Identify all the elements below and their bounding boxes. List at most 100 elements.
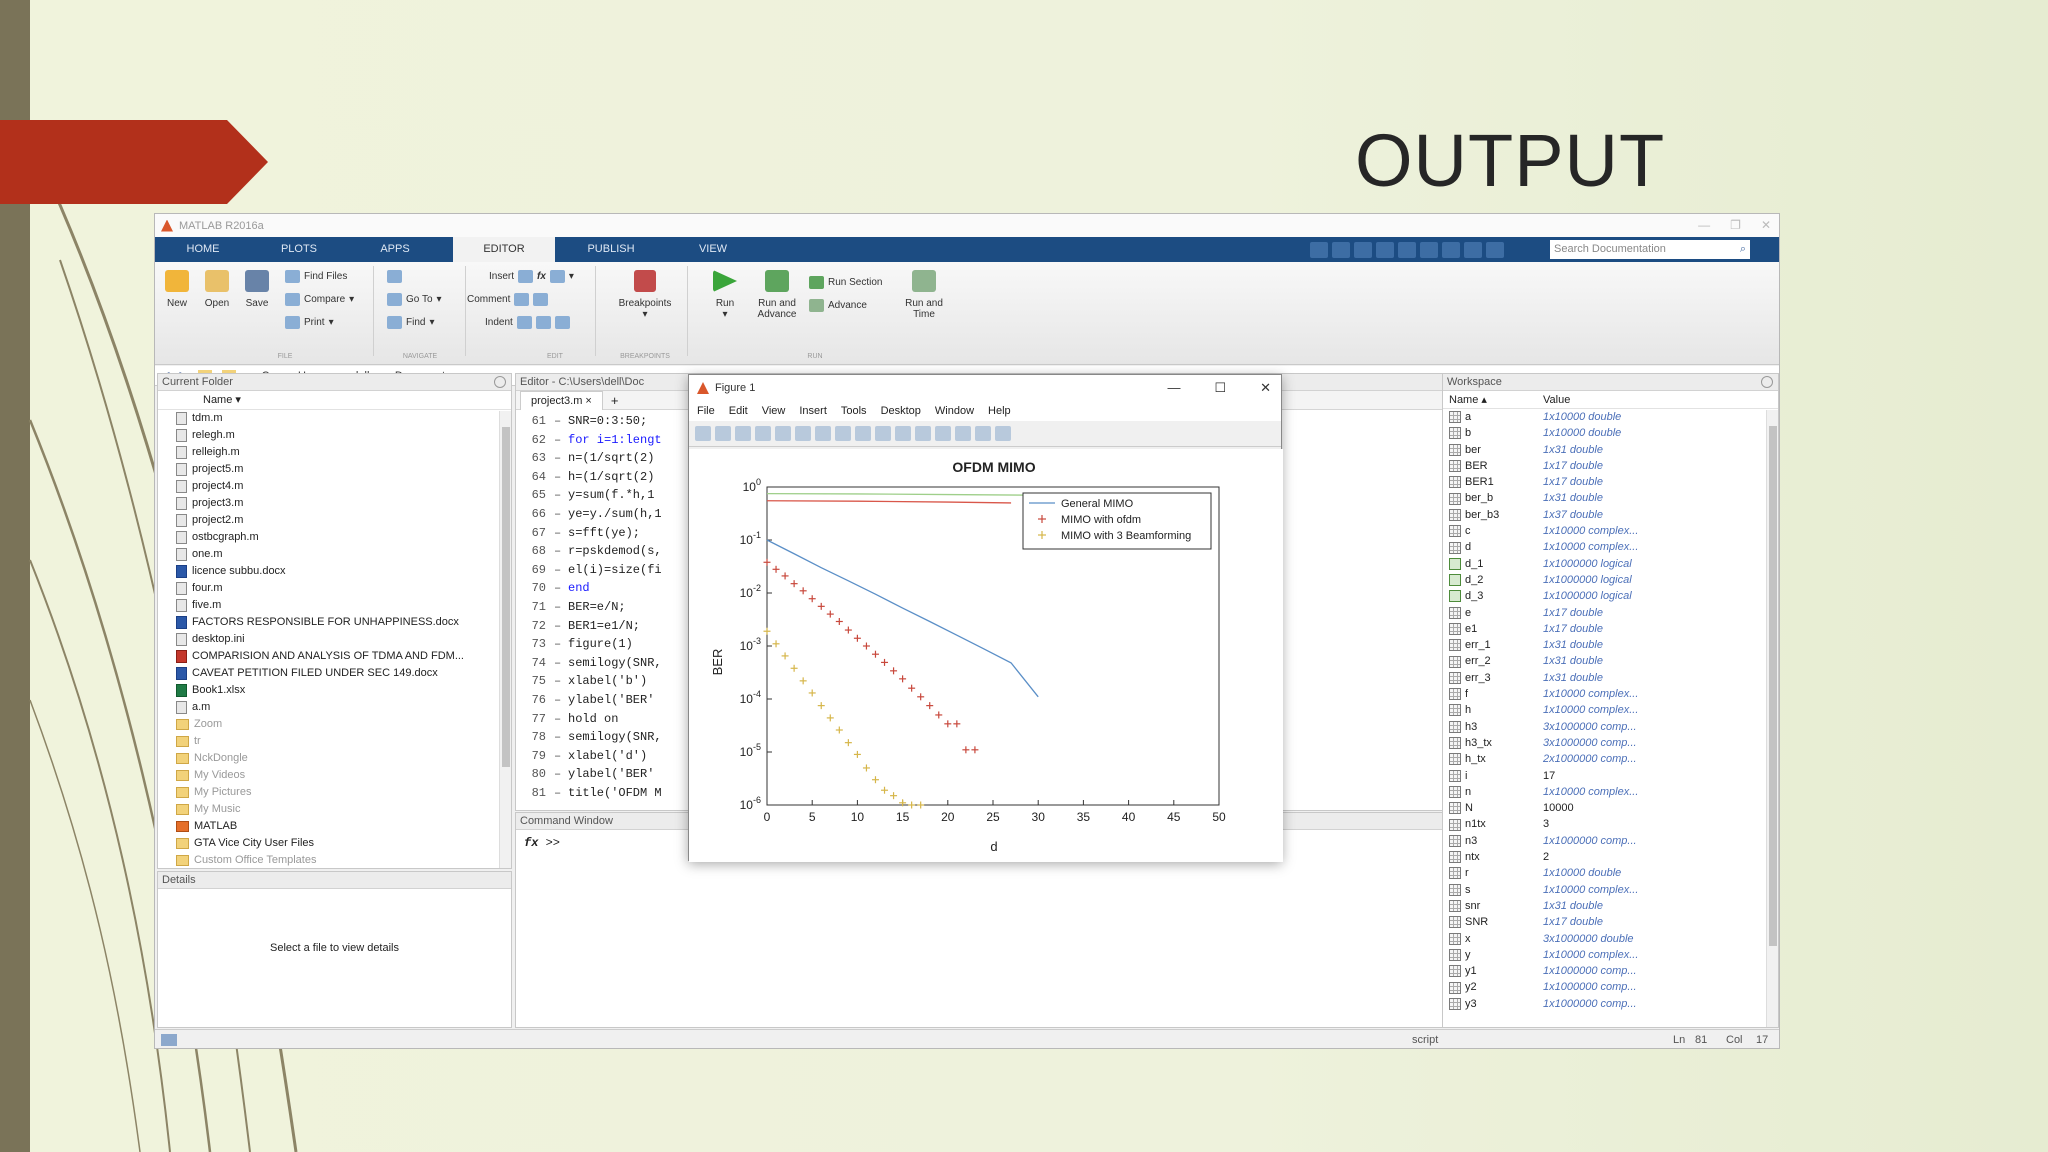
file-row[interactable]: Custom Office Templates: [158, 852, 511, 869]
link-plot-icon[interactable]: [915, 426, 931, 441]
menu-view[interactable]: View: [762, 405, 786, 417]
file-row[interactable]: project5.m: [158, 461, 511, 478]
run-and-advance-button[interactable]: Run and Advance: [751, 270, 803, 320]
file-row[interactable]: My Music: [158, 801, 511, 818]
file-row[interactable]: a.m: [158, 699, 511, 716]
close-button[interactable]: ✕: [1761, 214, 1771, 237]
variable-row[interactable]: c 1x10000 complex...: [1443, 523, 1778, 539]
variable-row[interactable]: n3 1x1000000 comp...: [1443, 833, 1778, 849]
new-tab-button[interactable]: +: [603, 393, 627, 408]
run-and-time-button[interactable]: Run and Time: [899, 270, 949, 320]
run-section-button[interactable]: Run Section: [809, 276, 882, 289]
maximize-button[interactable]: ❐: [1730, 214, 1741, 237]
editor-tab-project3[interactable]: project3.m ×: [520, 390, 603, 410]
variable-row[interactable]: h3 3x1000000 comp...: [1443, 719, 1778, 735]
file-row[interactable]: desktop.ini: [158, 631, 511, 648]
menu-tools[interactable]: Tools: [841, 405, 867, 417]
rotate-3d-icon[interactable]: [855, 426, 871, 441]
variable-row[interactable]: h_tx 2x1000000 comp...: [1443, 751, 1778, 767]
variable-row[interactable]: n1tx 3: [1443, 816, 1778, 832]
figure-minimize-button[interactable]: —: [1167, 375, 1180, 401]
nav-back-button[interactable]: [387, 270, 402, 283]
file-row[interactable]: tdm.m: [158, 410, 511, 427]
open-button[interactable]: Open: [197, 270, 237, 309]
print-button[interactable]: Print ▾: [285, 316, 334, 329]
variable-row[interactable]: r 1x10000 double: [1443, 865, 1778, 881]
menu-help[interactable]: Help: [988, 405, 1011, 417]
variable-row[interactable]: e1 1x17 double: [1443, 621, 1778, 637]
variable-row[interactable]: x 3x1000000 double: [1443, 931, 1778, 947]
folder-scrollbar[interactable]: [499, 411, 511, 868]
variable-row[interactable]: y3 1x1000000 comp...: [1443, 996, 1778, 1012]
workspace-scrollbar[interactable]: [1766, 410, 1778, 1027]
variable-row[interactable]: h 1x10000 complex...: [1443, 702, 1778, 718]
tab-home[interactable]: HOME: [155, 237, 251, 262]
figure-maximize-button[interactable]: ☐: [1214, 375, 1226, 401]
variable-row[interactable]: d_2 1x1000000 logical: [1443, 572, 1778, 588]
variable-row[interactable]: err_3 1x31 double: [1443, 670, 1778, 686]
undo-icon[interactable]: [1420, 241, 1438, 258]
menu-edit[interactable]: Edit: [729, 405, 748, 417]
colorbar-icon[interactable]: [935, 426, 951, 441]
tab-plots[interactable]: PLOTS: [251, 237, 347, 262]
variable-row[interactable]: BER1 1x17 double: [1443, 474, 1778, 490]
variable-row[interactable]: ntx 2: [1443, 849, 1778, 865]
layout-icon[interactable]: [1310, 241, 1328, 258]
tab-editor[interactable]: EDITOR: [453, 237, 555, 262]
variable-row[interactable]: y 1x10000 complex...: [1443, 947, 1778, 963]
scroll-thumb[interactable]: [1769, 426, 1777, 946]
panel-options-icon[interactable]: [494, 376, 506, 388]
menu-window[interactable]: Window: [935, 405, 974, 417]
search-documentation-input[interactable]: Search Documentation ⌕: [1550, 240, 1750, 259]
zoom-in-icon[interactable]: [795, 426, 811, 441]
value-column-header[interactable]: Value: [1543, 391, 1570, 408]
variable-row[interactable]: N 10000: [1443, 800, 1778, 816]
panel-options-icon[interactable]: [1761, 376, 1773, 388]
variable-row[interactable]: e 1x17 double: [1443, 605, 1778, 621]
go-to-button[interactable]: Go To ▾: [387, 293, 442, 306]
variable-row[interactable]: a 1x10000 double: [1443, 409, 1778, 425]
switch-windows-icon[interactable]: [1464, 241, 1482, 258]
show-plot-tools-icon[interactable]: [995, 426, 1011, 441]
insert-button[interactable]: Insert fx ▾: [489, 270, 574, 283]
open-file-icon[interactable]: [715, 426, 731, 441]
menu-file[interactable]: File: [697, 405, 715, 417]
copy-icon[interactable]: [1376, 241, 1394, 258]
new-button[interactable]: New: [157, 270, 197, 309]
menu-insert[interactable]: Insert: [799, 405, 827, 417]
file-row[interactable]: one.m: [158, 546, 511, 563]
variable-row[interactable]: SNR 1x17 double: [1443, 914, 1778, 930]
variable-row[interactable]: snr 1x31 double: [1443, 898, 1778, 914]
find-files-button[interactable]: Find Files: [285, 270, 347, 283]
hide-plot-tools-icon[interactable]: [975, 426, 991, 441]
help-icon[interactable]: [1486, 241, 1504, 258]
find-button[interactable]: Find ▾: [387, 316, 434, 329]
tab-publish[interactable]: PUBLISH: [555, 237, 667, 262]
figure-close-button[interactable]: ✕: [1260, 375, 1271, 401]
new-figure-icon[interactable]: [695, 426, 711, 441]
variable-row[interactable]: ber_b3 1x37 double: [1443, 507, 1778, 523]
file-row[interactable]: five.m: [158, 597, 511, 614]
file-row[interactable]: relegh.m: [158, 427, 511, 444]
variable-row[interactable]: err_1 1x31 double: [1443, 637, 1778, 653]
pan-icon[interactable]: [835, 426, 851, 441]
file-row[interactable]: Zoom: [158, 716, 511, 733]
scroll-thumb[interactable]: [502, 427, 510, 767]
file-row[interactable]: My Videos: [158, 767, 511, 784]
variable-row[interactable]: s 1x10000 complex...: [1443, 882, 1778, 898]
print-figure-icon[interactable]: [755, 426, 771, 441]
file-row[interactable]: licence subbu.docx: [158, 563, 511, 580]
save-icon[interactable]: [1332, 241, 1350, 258]
variable-row[interactable]: ber_b 1x31 double: [1443, 490, 1778, 506]
file-row[interactable]: Book1.xlsx: [158, 682, 511, 699]
legend-icon[interactable]: [955, 426, 971, 441]
file-row[interactable]: COMPARISION AND ANALYSIS OF TDMA AND FDM…: [158, 648, 511, 665]
variable-row[interactable]: y1 1x1000000 comp...: [1443, 963, 1778, 979]
advance-button[interactable]: Advance: [809, 299, 867, 312]
comment-button[interactable]: Comment: [467, 293, 549, 306]
file-row[interactable]: GTA Vice City User Files: [158, 835, 511, 852]
file-row[interactable]: MATLAB: [158, 818, 511, 835]
name-column-header[interactable]: Name ▾: [158, 391, 511, 410]
variable-row[interactable]: b 1x10000 double: [1443, 425, 1778, 441]
file-row[interactable]: FACTORS RESPONSIBLE FOR UNHAPPINESS.docx: [158, 614, 511, 631]
